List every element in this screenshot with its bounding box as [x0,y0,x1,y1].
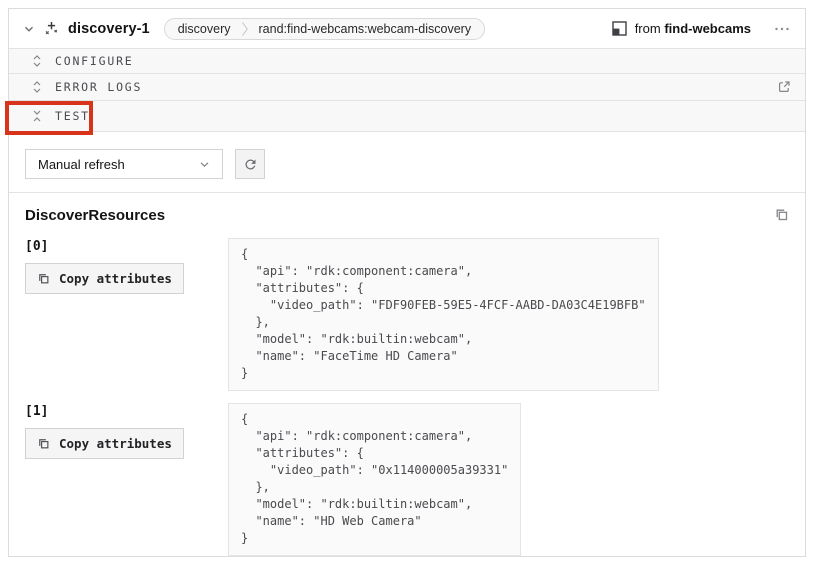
copy-icon [37,437,50,450]
result-item: [1] Copy attributes { "api": "rdk:compon… [25,403,789,556]
resource-badge: discovery rand:find-webcams:webcam-disco… [164,18,485,40]
chevron-down-icon [199,159,210,170]
section-configure-label: CONFIGURE [55,54,134,68]
section-test-label: TEST [55,109,90,123]
section-error-logs[interactable]: ERROR LOGS [9,74,805,101]
copy-attributes-button[interactable]: Copy attributes [25,263,184,294]
module-from-label: from [635,21,665,36]
result-index: [1] [25,404,228,419]
section-configure[interactable]: CONFIGURE [9,49,805,74]
module-name: find-webcams [664,21,751,36]
card-menu-button[interactable] [771,23,793,35]
card-header: discovery-1 discovery rand:find-webcams:… [9,9,805,49]
discovery-service-icon [43,20,60,37]
open-error-logs-button[interactable] [777,80,791,94]
ellipsis-icon [774,26,790,32]
result-json: { "api": "rdk:component:camera", "attrib… [228,403,521,556]
section-test[interactable]: TEST [9,101,805,132]
resource-card: discovery-1 discovery rand:find-webcams:… [8,8,806,557]
refresh-mode-select[interactable]: Manual refresh [25,149,223,179]
result-index: [0] [25,239,228,254]
copy-attributes-button[interactable]: Copy attributes [25,428,184,459]
copy-attributes-label: Copy attributes [59,271,172,286]
card-collapse-button[interactable] [23,23,35,35]
chevron-down-icon [23,23,35,35]
badge-chevron-icon [241,19,249,39]
external-link-icon [777,80,791,94]
results-panel: DiscoverResources [0] [9,193,805,556]
copy-results-button[interactable] [774,207,789,222]
test-panel: Manual refresh DiscoverResources [9,149,805,556]
module-source: from find-webcams [612,21,793,36]
module-icon [612,21,627,36]
result-json: { "api": "rdk:component:camera", "attrib… [228,238,659,391]
result-item: [0] Copy attributes { "api": "rdk:compon… [25,238,789,391]
resource-name: discovery-1 [68,21,150,37]
refresh-button[interactable] [235,149,265,179]
badge-model-label: rand:find-webcams:webcam-discovery [259,22,472,36]
unfold-icon [31,80,43,94]
fold-icon [31,109,43,123]
unfold-icon [31,54,43,68]
method-name: DiscoverResources [25,207,165,224]
refresh-icon [243,157,258,172]
badge-type-label: discovery [178,22,231,36]
refresh-mode-value: Manual refresh [38,157,125,172]
copy-icon [774,207,789,222]
copy-icon [37,272,50,285]
section-error-logs-label: ERROR LOGS [55,80,142,94]
copy-attributes-label: Copy attributes [59,436,172,451]
